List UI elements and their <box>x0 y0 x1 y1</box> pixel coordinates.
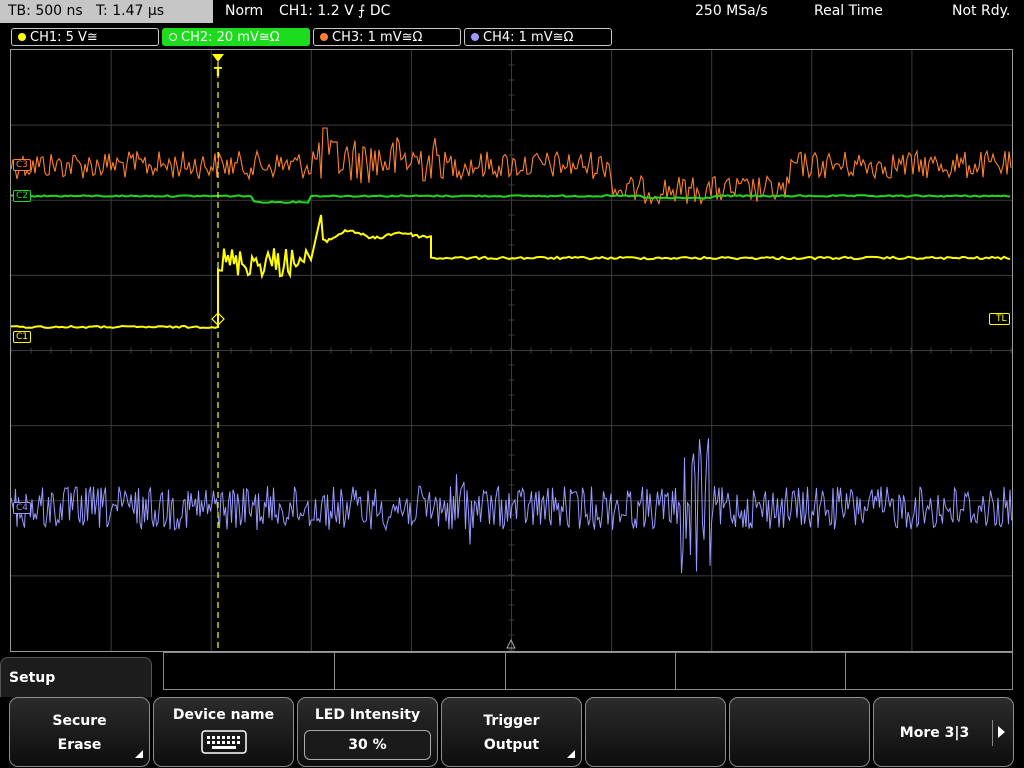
timeline-divider <box>505 653 506 689</box>
secure-erase-button[interactable]: Secure Erase <box>9 697 150 767</box>
led-intensity-button[interactable]: LED Intensity 30 % <box>297 697 438 767</box>
status-bar: TB: 500 ns T: 1.47 µs Norm CH1: 1.2 V ⨍ … <box>0 0 1024 24</box>
trigger-mode[interactable]: Norm <box>225 0 263 23</box>
trigger-output-label-1: Trigger <box>483 713 540 729</box>
ch3-ground-marker[interactable]: C3 <box>13 159 32 171</box>
waveform-canvas: T <box>11 50 1012 651</box>
trigger-output-label-2: Output <box>483 737 540 753</box>
trigger-position-label: T <box>214 65 223 79</box>
acquisition-mode: Real Time <box>814 3 883 19</box>
ch4-label: CH4: 1 mV≅Ω <box>483 30 574 45</box>
timebase-box[interactable]: TB: 500 ns T: 1.47 µs <box>0 0 213 23</box>
device-name-button[interactable]: Device name <box>153 697 294 767</box>
trigger-source-info[interactable]: CH1: 1.2 V ⨍ DC <box>279 0 390 23</box>
submenu-corner-icon <box>567 750 575 758</box>
graticule-grid <box>11 50 1012 651</box>
acquisition-status: Not Rdy. <box>952 3 1011 19</box>
ch4-indicator-icon <box>471 33 479 41</box>
secure-erase-label-1: Secure <box>52 713 107 729</box>
empty-softkey-5[interactable] <box>585 697 726 767</box>
chevron-right-icon <box>998 726 1005 738</box>
waveform-display[interactable]: T C3 C2 C1 C4 TL <box>10 49 1013 652</box>
channel-tab-ch2[interactable]: CH2: 20 mV≅Ω <box>162 28 310 46</box>
led-intensity-label: LED Intensity <box>314 707 421 723</box>
submenu-corner-icon <box>135 750 143 758</box>
ch2-ground-marker[interactable]: C2 <box>13 190 32 202</box>
trigger-output-button[interactable]: Trigger Output <box>441 697 582 767</box>
channel-tab-ch3[interactable]: CH3: 1 mV≅Ω <box>313 28 461 46</box>
trigger-time-readout: T: 1.47 µs <box>96 3 165 19</box>
secure-erase-label-2: Erase <box>57 737 102 753</box>
ch2-waveform <box>11 194 1011 204</box>
ch2-indicator-icon <box>169 33 177 41</box>
timeline-divider <box>334 653 335 689</box>
channel-tab-ch1[interactable]: CH1: 5 V≅ <box>11 28 159 46</box>
ch3-label: CH3: 1 mV≅Ω <box>332 30 423 45</box>
timebase-readout: TB: 500 ns <box>8 3 83 19</box>
ch3-indicator-icon <box>320 33 328 41</box>
sample-rate: 250 MSa/s <box>695 3 768 19</box>
led-intensity-value[interactable]: 30 % <box>304 730 431 760</box>
menu-title-setup[interactable]: Setup <box>0 657 152 697</box>
ch4-ground-marker[interactable]: C4 <box>13 502 32 514</box>
zoom-timeline <box>163 652 1013 690</box>
more-divider <box>992 720 993 746</box>
trigger-markers: T <box>211 54 516 651</box>
keyboard-icon <box>200 730 247 754</box>
channel-tab-ch4[interactable]: CH4: 1 mV≅Ω <box>464 28 612 46</box>
ch1-ground-marker[interactable]: C1 <box>13 331 32 343</box>
ch1-indicator-icon <box>18 33 26 41</box>
device-name-label: Device name <box>172 707 275 723</box>
empty-softkey-6[interactable] <box>729 697 870 767</box>
ch2-label: CH2: 20 mV≅Ω <box>181 30 280 45</box>
timeline-divider <box>845 653 846 689</box>
timeline-divider <box>675 653 676 689</box>
trigger-level-marker[interactable]: TL <box>989 313 1010 325</box>
more-menu-button[interactable]: More 3|3 <box>873 697 1014 767</box>
trigger-position-arrow-icon[interactable] <box>212 54 224 62</box>
ch1-label: CH1: 5 V≅ <box>30 30 98 45</box>
ch1-waveform <box>11 214 1011 330</box>
